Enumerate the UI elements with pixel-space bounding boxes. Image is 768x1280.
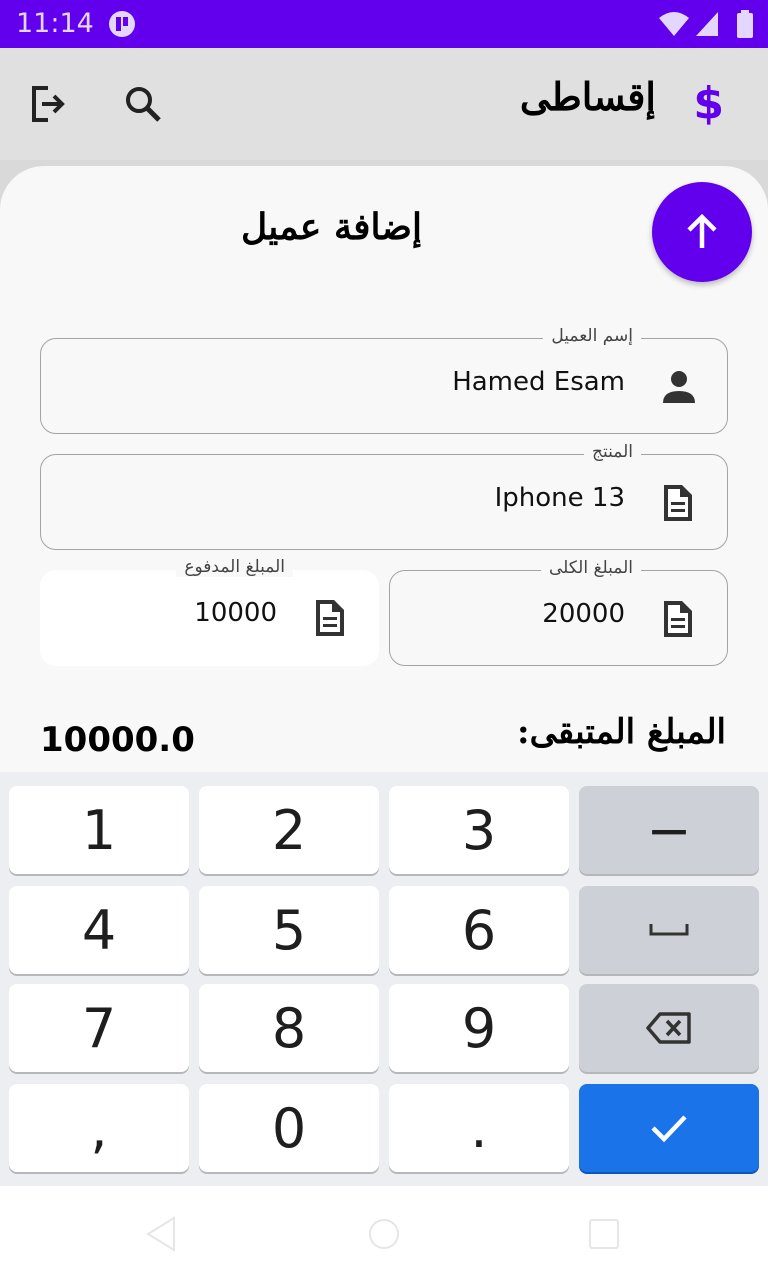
search-icon [126,87,161,122]
system-nav-bar [0,1186,768,1280]
key-confirm[interactable] [579,1084,759,1172]
key-backspace[interactable] [579,984,759,1072]
arrow-up-icon [687,213,717,248]
key-8[interactable]: 8 [199,984,379,1072]
numeric-keyboard: 1 2 3 − 4 5 6 7 8 9 , 0 . [0,772,768,1186]
logout-icon [32,86,65,122]
collapse-sheet-button[interactable] [652,182,752,282]
customer-name-field[interactable]: إسم العميل Hamed Esam [40,326,728,434]
add-customer-sheet: إضافة عميل إسم العميل Hamed Esam المنتج … [0,166,768,786]
search-button[interactable] [115,76,171,132]
key-period[interactable]: . [389,1084,569,1172]
key-minus[interactable]: − [579,786,759,874]
dollar-icon: $ [693,78,724,129]
key-2[interactable]: 2 [199,786,379,874]
key-3[interactable]: 3 [389,786,569,874]
home-icon[interactable] [368,1218,400,1250]
backspace-icon [646,1012,691,1044]
battery-icon [737,10,753,38]
app-title: إقساطى [519,74,656,119]
app-notification-icon [109,11,135,37]
paid-amount-label: المبلغ المدفوع [176,557,293,577]
wifi-icon [659,12,689,36]
product-value: Iphone 13 [494,483,625,513]
total-amount-field[interactable]: المبلغ الكلى 20000 [389,558,728,666]
key-1[interactable]: 1 [9,786,189,874]
product-label: المنتج [584,442,641,462]
checkmark-icon [651,1115,687,1143]
sheet-title: إضافة عميل [240,206,422,248]
key-9[interactable]: 9 [389,984,569,1072]
customer-name-label: إسم العميل [543,326,641,346]
status-bar: 11:14 [0,0,768,48]
key-0[interactable]: 0 [199,1084,379,1172]
key-comma[interactable]: , [9,1084,189,1172]
document-icon [664,601,692,637]
remaining-amount-label: المبلغ المتبقى: [517,712,726,752]
key-4[interactable]: 4 [9,886,189,974]
recents-icon[interactable] [588,1218,620,1250]
key-7[interactable]: 7 [9,984,189,1072]
customer-name-value: Hamed Esam [452,367,625,397]
remaining-amount-value: 10000.0 [40,720,195,760]
status-time: 11:14 [16,8,94,39]
total-amount-label: المبلغ الكلى [540,558,641,578]
signal-icon [696,12,718,36]
back-icon[interactable] [144,1216,178,1252]
product-field[interactable]: المنتج Iphone 13 [40,442,728,550]
key-6[interactable]: 6 [389,886,569,974]
paid-amount-field[interactable]: المبلغ المدفوع 10000 [40,557,379,666]
paid-amount-value: 10000 [194,598,277,628]
logout-button[interactable] [20,76,76,132]
space-icon [649,924,689,936]
key-space[interactable] [579,886,759,974]
key-5[interactable]: 5 [199,886,379,974]
app-bar: إقساطى $ [0,48,768,160]
document-icon [316,600,344,636]
total-amount-value: 20000 [542,599,625,629]
document-icon [664,485,692,521]
screen: 11:14 إقساطى $ إضافة عميل إسم العميل Ham… [0,0,768,1280]
person-icon [663,371,695,403]
